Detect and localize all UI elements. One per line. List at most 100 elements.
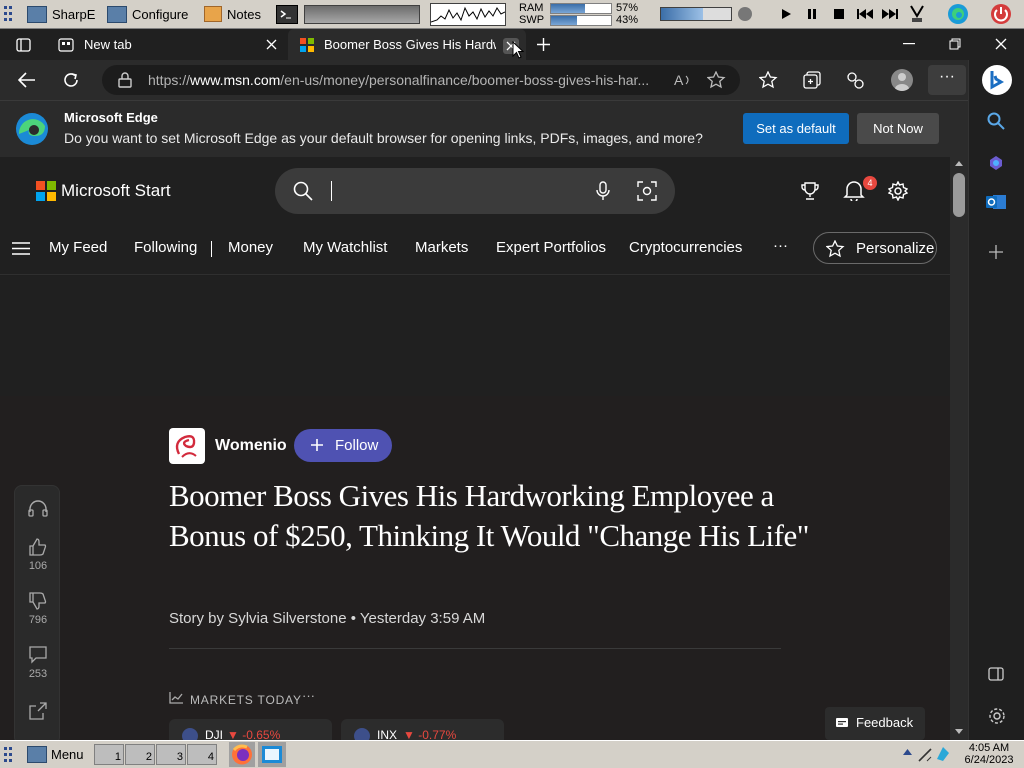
launcher-notes[interactable]: Notes [204, 4, 261, 24]
thumbs-up-icon[interactable] [29, 538, 47, 556]
previous-icon[interactable] [856, 8, 874, 20]
clock[interactable]: 4:05 AM 6/24/2023 [958, 742, 1020, 766]
article-byline: Story by Sylvia Silverstone • Yesterday … [169, 610, 486, 627]
close-tab-icon[interactable] [266, 39, 277, 50]
new-tab-icon[interactable] [536, 37, 551, 52]
settings-menu-button[interactable]: ··· [928, 65, 966, 95]
comment-icon[interactable] [29, 646, 47, 664]
taskbar-grip-icon[interactable] [3, 745, 15, 765]
tab-actions-icon[interactable] [16, 38, 31, 52]
visual-search-icon[interactable] [637, 181, 657, 201]
workspace-2[interactable]: 2 [125, 744, 155, 765]
url-text[interactable]: https://www.msn.com/en-us/money/personal… [148, 72, 649, 88]
scroll-thumb[interactable] [953, 173, 965, 217]
address-row: https://www.msn.com/en-us/money/personal… [0, 60, 968, 100]
publisher-logo[interactable] [169, 428, 205, 464]
restore-icon[interactable] [949, 38, 961, 50]
share-icon[interactable] [29, 702, 47, 720]
personalize-button[interactable]: Personalize [813, 232, 937, 264]
winamp-icon[interactable] [908, 4, 926, 24]
stop-icon[interactable] [833, 8, 845, 20]
ticker-symbol: DJI [205, 728, 223, 740]
set-as-default-button[interactable]: Set as default [743, 113, 849, 144]
tab-article[interactable]: Boomer Boss Gives His Hardworl [288, 29, 526, 60]
menu-hamburger-icon[interactable] [12, 242, 30, 255]
nav-my-watchlist[interactable]: My Watchlist [303, 239, 387, 256]
outlook-icon[interactable] [986, 193, 1006, 211]
read-aloud-icon[interactable]: A [674, 72, 692, 88]
play-icon[interactable] [780, 8, 792, 20]
extensions-icon[interactable] [846, 71, 865, 90]
markets-more-button[interactable]: ··· [302, 688, 315, 703]
settings-gear-icon[interactable] [888, 181, 908, 201]
power-icon[interactable] [990, 3, 1012, 25]
monitor-icon [27, 5, 47, 23]
workspace-3[interactable]: 3 [156, 744, 186, 765]
bing-copilot-icon[interactable] [982, 65, 1012, 95]
microsoft-logo-icon[interactable] [36, 181, 56, 201]
nav-my-feed[interactable]: My Feed [49, 239, 107, 256]
nav-markets[interactable]: Markets [415, 239, 468, 256]
edge-icon[interactable] [947, 3, 969, 25]
hide-sidebar-icon[interactable] [988, 667, 1004, 681]
next-icon[interactable] [881, 8, 899, 20]
edge-task-icon[interactable] [258, 742, 286, 767]
pause-icon[interactable] [806, 8, 818, 20]
address-bar[interactable]: https://www.msn.com/en-us/money/personal… [102, 65, 740, 95]
feedback-button[interactable]: Feedback [825, 707, 925, 740]
refresh-icon[interactable] [62, 71, 80, 89]
notifications-bell-icon[interactable] [843, 179, 865, 201]
nav-more-button[interactable]: ··· [773, 237, 788, 254]
like-count: 106 [28, 560, 48, 572]
profile-avatar[interactable] [891, 69, 913, 91]
nav-following[interactable]: Following [134, 239, 197, 256]
not-now-button[interactable]: Not Now [857, 113, 939, 144]
ticker-card[interactable]: DJI ▼ -0.65% [169, 719, 332, 740]
thumbs-down-icon[interactable] [29, 592, 47, 610]
launcher-sharpe[interactable]: SharpE [27, 4, 95, 24]
headphones-icon[interactable] [28, 499, 48, 517]
favorites-icon[interactable] [759, 71, 779, 89]
back-icon[interactable] [18, 72, 36, 88]
brand-name[interactable]: Microsoft Start [61, 181, 171, 201]
nav-expert-portfolios[interactable]: Expert Portfolios [496, 239, 606, 256]
minimize-icon[interactable] [903, 43, 915, 45]
panel-grip-icon[interactable] [3, 4, 15, 24]
cpu-bar [304, 5, 420, 24]
follow-button[interactable]: Follow [294, 429, 392, 462]
close-window-icon[interactable] [995, 38, 1007, 50]
search-input[interactable] [275, 168, 675, 214]
volume-icon[interactable] [738, 7, 752, 21]
sidebar-settings-icon[interactable] [988, 707, 1006, 725]
start-menu-button[interactable]: Menu [27, 744, 84, 765]
launcher-configure[interactable]: Configure [107, 4, 188, 24]
tray-app-icon[interactable] [935, 745, 951, 763]
scroll-up-icon[interactable] [955, 161, 963, 166]
rewards-trophy-icon[interactable] [800, 181, 820, 201]
workspace-4[interactable]: 4 [187, 744, 217, 765]
publisher-name[interactable]: Womenio [215, 437, 287, 455]
notes-icon [204, 6, 222, 22]
article-area: Womenio Follow Boomer Boss Gives His Har… [0, 396, 950, 740]
add-favorite-icon[interactable] [707, 71, 727, 89]
search-icon[interactable] [987, 112, 1005, 130]
add-sidebar-app-icon[interactable] [989, 245, 1003, 259]
copilot-icon[interactable] [987, 154, 1005, 172]
follow-label: Follow [335, 437, 379, 454]
volume-slider[interactable] [660, 7, 732, 21]
ram-label: RAM [519, 2, 544, 14]
terminal-icon[interactable] [276, 5, 298, 24]
page-scrollbar[interactable] [950, 157, 968, 740]
tray-expand-icon[interactable] [903, 748, 912, 755]
collections-icon[interactable] [803, 71, 822, 90]
firefox-task-icon[interactable] [229, 742, 255, 767]
nav-cryptocurrencies[interactable]: Cryptocurrencies [629, 239, 742, 256]
tab-new-tab[interactable]: New tab [46, 29, 286, 60]
ticker-card[interactable]: INX ▼ -0.77% [341, 719, 504, 740]
nav-money[interactable]: Money [228, 239, 273, 256]
network-icon[interactable] [918, 746, 932, 762]
workspace-1[interactable]: 1 [94, 744, 124, 765]
microphone-icon[interactable] [595, 181, 611, 201]
lock-icon[interactable] [118, 72, 132, 88]
scroll-down-icon[interactable] [955, 729, 963, 734]
